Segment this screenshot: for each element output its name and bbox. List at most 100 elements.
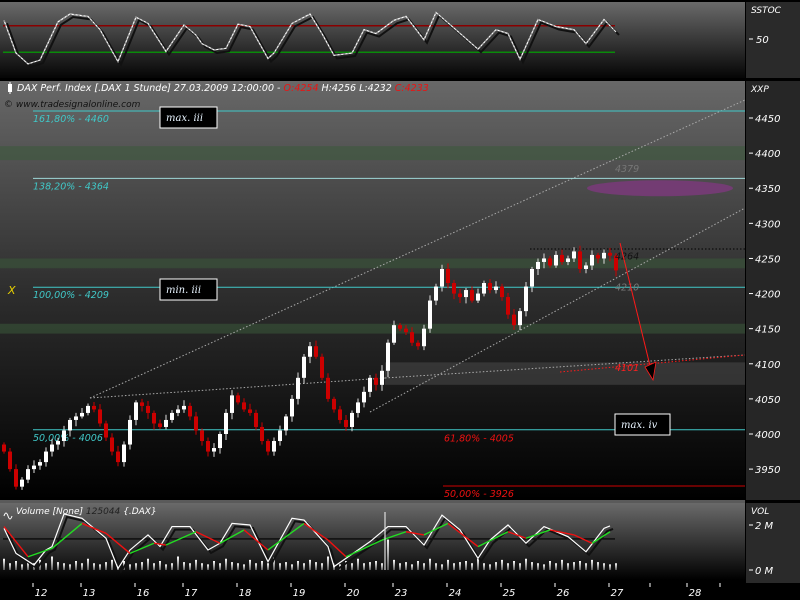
candle-down: [446, 268, 450, 284]
svg-text:Volume [None] 125044 {.DAX}: Volume [None] 125044 {.DAX}: [16, 507, 157, 517]
date-label: 13: [83, 588, 96, 599]
volume-bar: [171, 563, 173, 570]
price-tick-label: 4200: [755, 290, 780, 301]
candle-down: [116, 451, 120, 463]
candle-up: [164, 419, 168, 427]
date-label: 26: [557, 588, 570, 599]
volume-bar: [615, 563, 617, 570]
candle-down: [248, 409, 252, 413]
candle-up: [308, 346, 312, 357]
volume-bar: [441, 564, 443, 570]
candle-down: [344, 419, 348, 427]
volume-bar: [477, 558, 479, 570]
svg-text:DAX Perf. Index [.DAX 1 Stund: DAX Perf. Index [.DAX 1 Stunde] 27.03.20…: [17, 83, 429, 94]
open-value: O:4254: [283, 83, 318, 94]
volume-bar: [297, 561, 299, 570]
wave-label: max. iv: [621, 420, 658, 431]
date-label: 28: [689, 588, 702, 599]
wave-label-box: min. iii: [159, 278, 218, 301]
candle-up: [230, 395, 234, 413]
fib-level-label: 50,00% - 4006: [33, 433, 103, 444]
date-label: 16: [137, 588, 150, 599]
candle-down: [374, 377, 378, 385]
candle-up: [182, 405, 186, 410]
candle-down: [266, 441, 270, 452]
volume-bar: [351, 563, 353, 570]
price-tick-label: 4250: [755, 254, 780, 265]
candle-down: [458, 293, 462, 298]
volume-bar: [219, 563, 221, 570]
candle-up: [518, 311, 522, 326]
volume-bar: [225, 558, 227, 570]
candle-down: [152, 412, 156, 424]
volume-bar: [369, 562, 371, 570]
candle-down: [236, 395, 240, 403]
volume-bar: [423, 563, 425, 570]
wave-label-box: max. iv: [614, 413, 671, 436]
volume-bar: [267, 563, 269, 570]
close-value: C:4233: [395, 83, 429, 94]
volume-bar: [177, 556, 179, 570]
candle-down: [560, 254, 564, 262]
volume-bar: [507, 563, 509, 570]
volume-bar: [471, 563, 473, 570]
candle-up: [302, 356, 306, 378]
volume-bar: [417, 561, 419, 570]
volume-bar: [549, 561, 551, 570]
support-zone: [0, 146, 745, 161]
target-ellipse: [587, 180, 733, 197]
candle-up: [176, 409, 180, 413]
volume-bar: [537, 563, 539, 570]
date-label: 25: [503, 588, 516, 599]
candle-up: [50, 444, 54, 452]
candle-down: [506, 297, 510, 315]
date-label: 23: [395, 588, 408, 599]
candle-up: [368, 377, 372, 392]
candle-up: [386, 342, 390, 371]
stoch-axis-label: SSTOC: [751, 6, 782, 16]
stoch-tick-label: 50: [756, 35, 769, 46]
candle-up: [350, 412, 354, 427]
volume-bar: [183, 562, 185, 570]
volume-bar: [75, 561, 77, 570]
price-axis-label: XXP: [750, 85, 769, 95]
volume-bar: [519, 563, 521, 570]
volume-bar: [189, 563, 191, 570]
volume-bar: [111, 559, 113, 570]
volume-symbol: {.DAX}: [123, 507, 157, 517]
date-label: 12: [35, 588, 48, 599]
candle-down: [92, 405, 96, 410]
candle-up: [536, 261, 540, 269]
candle-up: [32, 465, 36, 470]
price-mark-label: 4210: [615, 283, 639, 294]
candle-down: [14, 469, 18, 487]
candle-down: [332, 398, 336, 410]
volume-bar: [21, 564, 23, 570]
volume-bar: [387, 538, 389, 570]
candle-down: [488, 283, 492, 291]
volume-bar: [465, 561, 467, 570]
candle-up: [524, 286, 528, 312]
volume-bar: [285, 562, 287, 570]
volume-bar: [51, 556, 53, 570]
volume-bar: [435, 563, 437, 570]
candle-up: [566, 258, 570, 262]
wave-label: max. iii: [166, 113, 203, 124]
price-tick-label: 4300: [755, 219, 780, 230]
instrument-title: DAX Perf. Index [.DAX 1 Stunde] 27.03.20…: [17, 83, 281, 94]
candle-up: [290, 398, 294, 417]
candle-up: [602, 252, 606, 259]
volume-bar: [153, 563, 155, 570]
candle-up: [212, 448, 216, 452]
volume-bar: [591, 559, 593, 570]
candle-up: [296, 377, 300, 399]
date-label: 20: [347, 588, 360, 599]
candle-down: [326, 377, 330, 399]
volume-bar: [81, 563, 83, 570]
candle-down: [320, 356, 324, 378]
candle-up: [392, 325, 396, 343]
fib-level-label: 100,00% - 4209: [33, 290, 109, 301]
candle-up: [482, 283, 486, 294]
volume-bar: [213, 561, 215, 570]
price-tick-label: 4050: [755, 395, 780, 406]
